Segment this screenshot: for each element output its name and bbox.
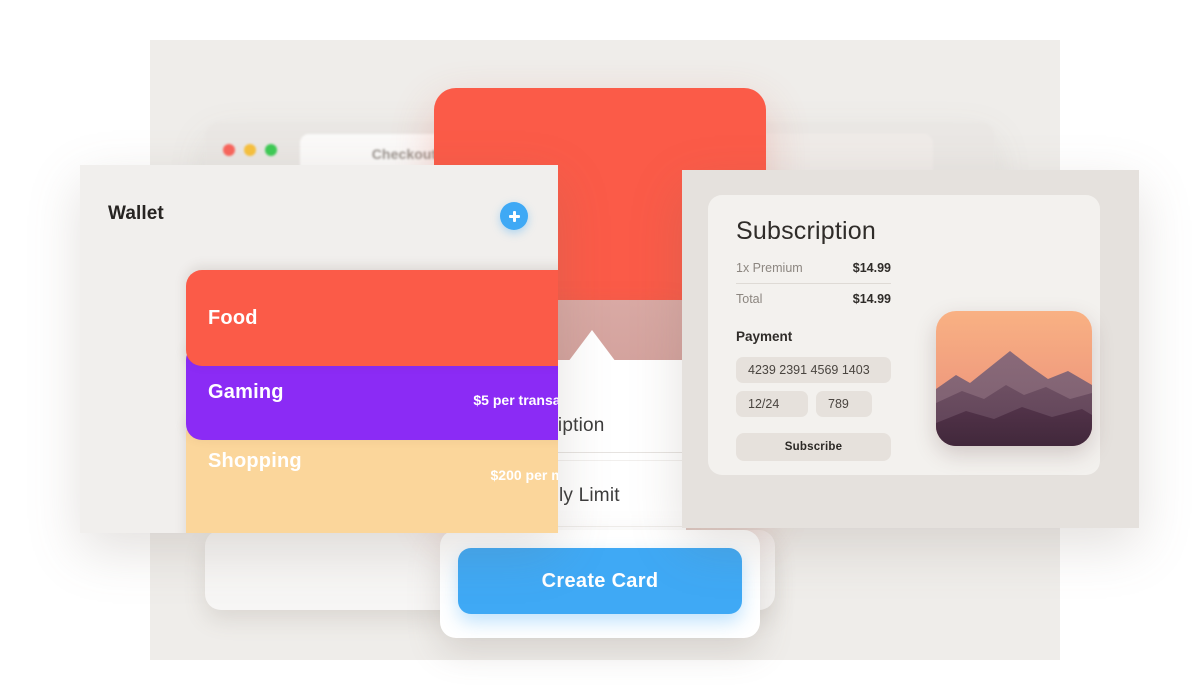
wallet-card-list: Food Gaming Limit $5 per transaction Sho… xyxy=(186,270,558,533)
subscription-panel: Subscription 1x Premium $14.99 Total $14… xyxy=(682,170,1139,528)
wallet-title: Wallet xyxy=(108,203,164,224)
wallet-card-limit: Limit $200 per month xyxy=(491,450,558,485)
subscription-total-row: Total $14.99 xyxy=(736,292,891,306)
wallet-card-limit-value: $200 per month xyxy=(490,467,558,484)
subscribe-button[interactable]: Subscribe xyxy=(736,433,891,461)
add-card-button[interactable] xyxy=(500,202,528,230)
create-card-panel: Create Card xyxy=(440,530,760,638)
mountain-sunset-photo xyxy=(936,311,1092,446)
wallet-card-name: Food xyxy=(208,306,258,329)
wallet-card-name: Gaming xyxy=(208,380,284,403)
subscription-card: Subscription 1x Premium $14.99 Total $14… xyxy=(708,195,1100,475)
card-number-field[interactable] xyxy=(736,357,891,383)
payment-heading: Payment xyxy=(736,329,793,344)
maximize-window-dot[interactable] xyxy=(265,144,277,156)
scene-root: Checkout scription nthly Limit Create Ca… xyxy=(0,0,1200,700)
subscription-line-item: 1x Premium $14.99 xyxy=(736,261,891,275)
plus-icon xyxy=(508,210,520,222)
wallet-card-food[interactable]: Food xyxy=(186,270,558,366)
wallet-card-limit-label: Limit xyxy=(473,374,558,390)
subscription-title: Subscription xyxy=(736,217,876,245)
line-item-price: $14.99 xyxy=(852,261,891,275)
close-window-dot[interactable] xyxy=(223,144,235,156)
wallet-panel: Wallet Food Gaming Limit $5 per transact… xyxy=(80,165,558,533)
create-card-button[interactable]: Create Card xyxy=(458,548,742,614)
window-controls xyxy=(223,144,277,156)
card-expiry-field[interactable] xyxy=(736,391,808,417)
line-item-label: 1x Premium xyxy=(736,261,803,275)
wallet-card-limit: Limit $5 per transaction xyxy=(473,374,558,409)
total-price: $14.99 xyxy=(852,292,891,306)
wallet-card-name: Shopping xyxy=(208,450,302,472)
minimize-window-dot[interactable] xyxy=(244,144,256,156)
wallet-header: Wallet xyxy=(80,165,558,270)
wallet-card-limit-value: $5 per transaction xyxy=(473,391,558,408)
browser-tab-label: Checkout xyxy=(371,146,437,162)
wallet-card-limit-label: Limit xyxy=(491,450,558,466)
card-cvc-field[interactable] xyxy=(816,391,872,417)
subscription-divider xyxy=(736,283,891,284)
total-label: Total xyxy=(736,292,763,306)
